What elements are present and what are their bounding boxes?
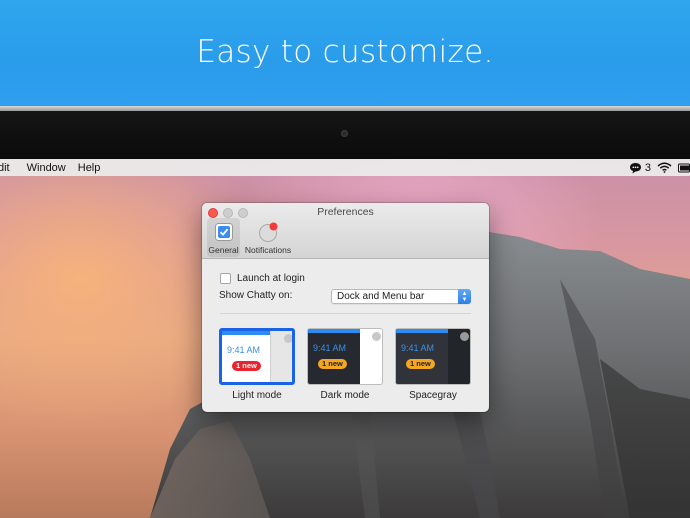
avatar-icon [284, 334, 292, 343]
menu-bar: dit Window Help 3 [0, 159, 690, 176]
launch-at-login-checkbox[interactable] [220, 273, 231, 284]
spacegray-time: 9:41 AM [401, 343, 435, 353]
promo-banner: Easy to customize. [0, 0, 690, 106]
spacegray-caption: Spacegray [409, 390, 457, 401]
light-mode-badge: 1 new [232, 361, 261, 371]
camera-icon [341, 130, 348, 137]
dark-mode-badge: 1 new [318, 359, 347, 369]
light-mode-thumbnail[interactable]: 9:41 AM 1 new [219, 328, 295, 385]
show-chatty-label: Show Chatty on: [219, 290, 293, 301]
dark-mode-caption: Dark mode [320, 390, 370, 401]
avatar-icon [372, 332, 381, 341]
divider [220, 313, 471, 314]
light-mode-time: 9:41 AM [227, 345, 261, 355]
general-pane: Launch at login Show Chatty on: Dock and… [202, 260, 489, 412]
show-chatty-select-value: Dock and Menu bar [337, 291, 425, 302]
battery-icon[interactable] [678, 163, 690, 173]
menu-edit[interactable]: dit [0, 162, 27, 174]
menu-help[interactable]: Help [78, 162, 109, 174]
menu-window[interactable]: Window [27, 162, 78, 174]
window-title: Preferences [317, 206, 374, 218]
wifi-icon[interactable] [657, 162, 672, 173]
dark-mode-time: 9:41 AM [313, 343, 347, 353]
chat-bubble-icon[interactable] [629, 162, 642, 174]
launch-at-login-row[interactable]: Launch at login [220, 273, 305, 284]
checkbox-icon [214, 223, 233, 241]
avatar-icon [460, 332, 469, 341]
banner-title: Easy to customize. [196, 34, 494, 70]
launch-at-login-label: Launch at login [237, 273, 305, 284]
menu-extras: 3 [629, 159, 690, 176]
tab-general-label: General [208, 245, 239, 255]
window-toolbar: Preferences General Notifications [202, 203, 489, 259]
spacegray-badge: 1 new [406, 359, 435, 369]
mode-spacegray-option[interactable]: 9:41 AM 1 new Spacegray [395, 328, 471, 401]
light-mode-caption: Light mode [232, 390, 282, 401]
tab-notifications-label: Notifications [244, 245, 292, 255]
dark-mode-thumbnail[interactable]: 9:41 AM 1 new [307, 328, 383, 385]
select-arrows-icon: ▲ ▼ [458, 289, 471, 304]
show-chatty-select[interactable]: Dock and Menu bar ▲ ▼ [331, 289, 471, 304]
mode-light-option[interactable]: 9:41 AM 1 new Light mode [219, 328, 295, 401]
mode-dark-option[interactable]: 9:41 AM 1 new Dark mode [307, 328, 383, 401]
tab-general[interactable]: General [207, 218, 240, 257]
notification-bubble-icon [259, 222, 278, 242]
spacegray-thumbnail[interactable]: 9:41 AM 1 new [395, 328, 471, 385]
preferences-window: Preferences General Notifications Launch… [202, 203, 489, 412]
chat-count: 3 [644, 161, 651, 174]
tab-notifications[interactable]: Notifications [243, 218, 293, 257]
